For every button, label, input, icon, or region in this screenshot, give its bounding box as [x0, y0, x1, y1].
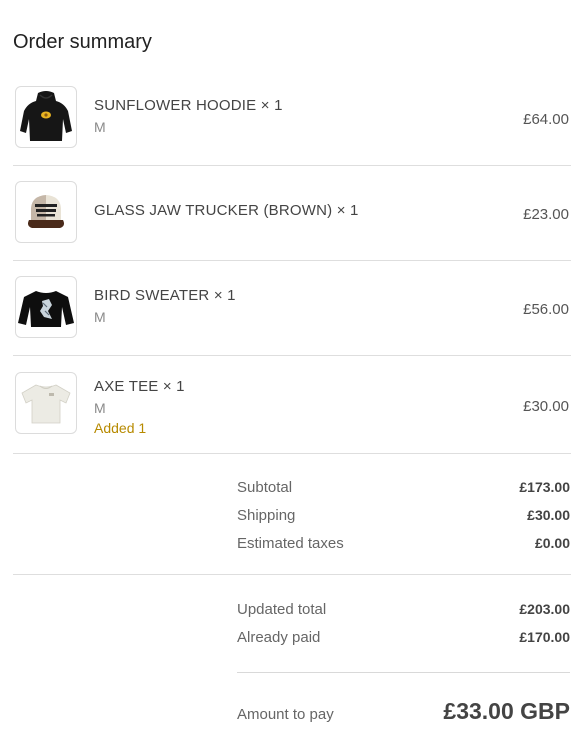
- already-paid-value: £170.00: [519, 629, 570, 645]
- shipping-row: Shipping £30.00: [237, 507, 570, 535]
- order-summary-panel: Order summary SUNFLOWER HOODIE × 1 M £64…: [0, 0, 582, 739]
- item-added-badge: Added 1: [94, 420, 147, 436]
- amount-to-pay-value: £33.00 GBP: [443, 698, 570, 724]
- line-item-details: SUNFLOWER HOODIE × 1 M: [94, 97, 283, 135]
- trucker-cap-icon: [15, 181, 77, 243]
- line-item: BIRD SWEATER × 1 M £56.00: [13, 261, 571, 356]
- tshirt-icon: [15, 372, 77, 434]
- item-name: GLASS JAW TRUCKER (BROWN) × 1: [94, 202, 359, 219]
- hoodie-icon: [15, 86, 77, 148]
- item-price: £23.00: [523, 206, 569, 223]
- item-variant: M: [94, 309, 106, 325]
- subtotal-label: Subtotal: [237, 479, 293, 496]
- subtotal-value: £173.00: [519, 479, 570, 495]
- sweater-icon: [15, 276, 77, 338]
- item-price: £30.00: [523, 398, 569, 415]
- amount-to-pay-label: Amount to pay: [237, 706, 334, 723]
- item-price: £56.00: [523, 301, 569, 318]
- taxes-row: Estimated taxes £0.00: [237, 535, 570, 563]
- divider: [237, 672, 570, 673]
- divider: [13, 574, 571, 575]
- line-item-details: AXE TEE × 1 M Added 1: [94, 378, 185, 436]
- item-name: BIRD SWEATER × 1: [94, 287, 236, 304]
- already-paid-row: Already paid £170.00: [237, 629, 570, 657]
- shipping-value: £30.00: [527, 507, 570, 523]
- amount-to-pay-row: Amount to pay £33.00 GBP: [237, 698, 570, 732]
- taxes-label: Estimated taxes: [237, 535, 344, 552]
- taxes-value: £0.00: [534, 535, 570, 551]
- updated-total-value: £203.00: [519, 601, 570, 617]
- line-items-list: SUNFLOWER HOODIE × 1 M £64.00 GLASS JAW …: [13, 71, 571, 454]
- updated-totals-section: Updated total £203.00 Already paid £170.…: [237, 601, 570, 657]
- order-summary-title: Order summary: [13, 31, 152, 53]
- line-item: GLASS JAW TRUCKER (BROWN) × 1 £23.00: [13, 166, 571, 261]
- item-variant: M: [94, 119, 106, 135]
- line-item: AXE TEE × 1 M Added 1 £30.00: [13, 356, 571, 454]
- line-item: SUNFLOWER HOODIE × 1 M £64.00: [13, 71, 571, 166]
- already-paid-label: Already paid: [237, 629, 321, 646]
- item-price: £64.00: [523, 111, 569, 128]
- item-name: SUNFLOWER HOODIE × 1: [94, 97, 283, 114]
- line-item-details: BIRD SWEATER × 1 M: [94, 287, 236, 325]
- item-name: AXE TEE × 1: [94, 378, 185, 395]
- line-item-details: GLASS JAW TRUCKER (BROWN) × 1: [94, 202, 359, 219]
- updated-total-row: Updated total £203.00: [237, 601, 570, 629]
- updated-total-label: Updated total: [237, 601, 327, 618]
- subtotal-row: Subtotal £173.00: [237, 479, 570, 507]
- item-variant: M: [94, 400, 106, 416]
- subtotals-section: Subtotal £173.00 Shipping £30.00 Estimat…: [237, 479, 570, 563]
- shipping-label: Shipping: [237, 507, 296, 524]
